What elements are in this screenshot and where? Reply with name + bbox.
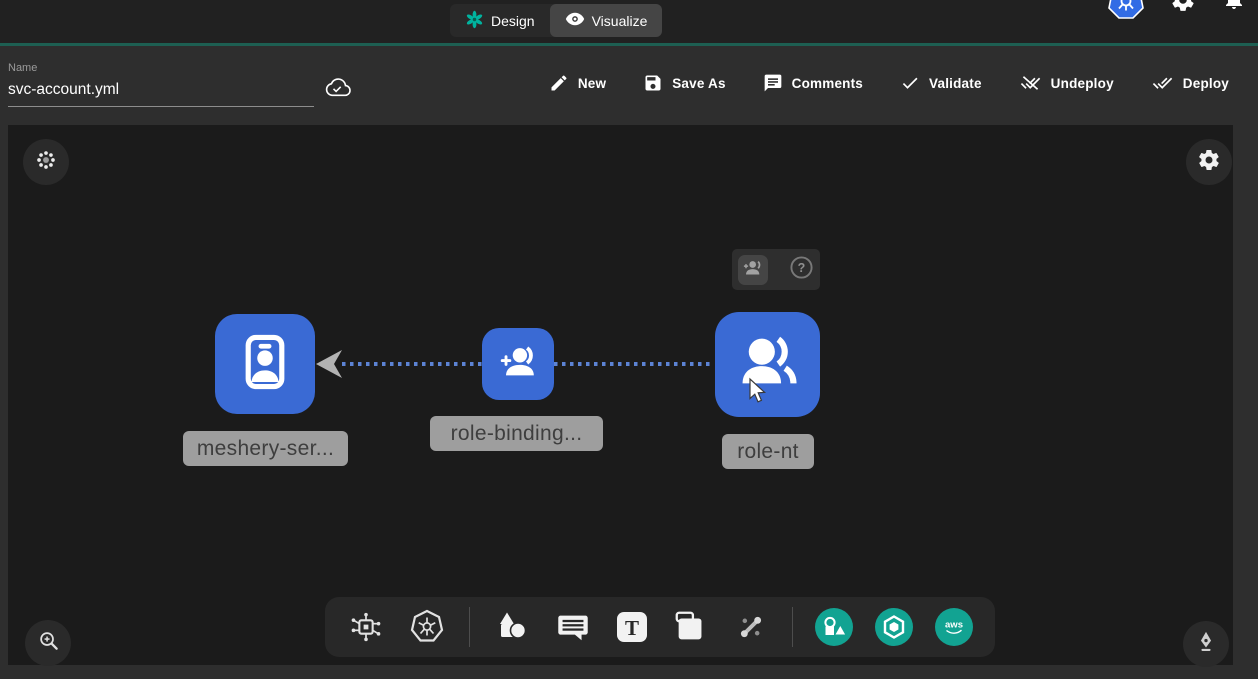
comments-button-label: Comments	[792, 76, 863, 91]
svg-text:?: ?	[797, 261, 805, 275]
node-label-service-account: meshery-ser...	[183, 431, 348, 466]
node-role-binding[interactable]	[482, 328, 554, 400]
help-button[interactable]: ?	[788, 257, 814, 283]
shapes-circle-icon[interactable]	[815, 608, 853, 646]
role-binding-icon	[495, 339, 541, 390]
save-icon	[643, 73, 663, 93]
meshery-design-app: Design Visualize	[0, 0, 1258, 679]
service-account-badge-icon	[234, 331, 296, 398]
save-as-button[interactable]: Save As	[637, 72, 731, 94]
validate-button-label: Validate	[929, 76, 982, 91]
tab-visualize[interactable]: Visualize	[550, 4, 663, 37]
tab-visualize-label: Visualize	[592, 13, 648, 29]
dock-divider	[469, 607, 470, 647]
meshery-logo-icon	[465, 10, 484, 32]
tab-design[interactable]: Design	[450, 4, 550, 37]
undeploy-button-label: Undeploy	[1051, 76, 1114, 91]
design-name-input[interactable]	[8, 76, 314, 107]
undeploy-button[interactable]: Undeploy	[1013, 72, 1120, 94]
cloud-saved-icon	[322, 76, 352, 105]
comment-tool-icon[interactable]	[554, 608, 592, 646]
zoom-in-button[interactable]	[25, 620, 71, 666]
kubernetes-context-icon[interactable]	[1108, 0, 1144, 25]
svg-text:T: T	[625, 616, 639, 640]
comment-icon	[763, 73, 783, 93]
node-label-role-binding: role-binding...	[430, 416, 603, 451]
shapes-icon[interactable]	[492, 607, 532, 647]
aws-label: aws	[945, 620, 963, 631]
node-hover-toolbar: ?	[732, 249, 820, 290]
design-canvas[interactable]: ?	[8, 125, 1233, 665]
zoom-in-icon	[37, 629, 60, 657]
settings-gear-icon[interactable]	[1170, 0, 1196, 18]
comments-button[interactable]: Comments	[757, 72, 869, 94]
new-button[interactable]: New	[543, 72, 612, 94]
name-field-label: Name	[8, 62, 314, 74]
freeze-layout-button[interactable]	[23, 139, 69, 185]
double-check-icon	[1151, 73, 1174, 93]
bond-icon[interactable]	[732, 608, 770, 646]
double-check-slash-icon	[1019, 73, 1042, 93]
pen-nib-icon	[1195, 630, 1217, 658]
node-role[interactable]	[715, 312, 820, 417]
design-toolbar: Name New Save As	[0, 46, 1258, 125]
note-icon[interactable]	[672, 608, 710, 646]
edge-lines	[8, 125, 1233, 665]
canvas-settings-button[interactable]	[1186, 139, 1232, 185]
aws-circle-icon[interactable]: aws	[935, 608, 973, 646]
group-add-button[interactable]	[738, 255, 768, 285]
eye-icon	[565, 9, 585, 32]
new-button-label: New	[578, 76, 606, 91]
hexagon-circle-icon[interactable]	[875, 608, 913, 646]
header-right-icons	[1108, 0, 1246, 43]
view-tabs: Design Visualize	[450, 4, 662, 37]
notifications-bell-icon[interactable]	[1222, 0, 1246, 17]
component-chip-icon[interactable]	[347, 608, 385, 646]
design-name-field: Name	[8, 62, 314, 107]
kubernetes-icon[interactable]	[407, 607, 447, 647]
help-icon: ?	[789, 255, 814, 285]
group-add-icon	[741, 257, 766, 282]
tab-design-label: Design	[491, 13, 535, 29]
pen-tool-button[interactable]	[1183, 621, 1229, 667]
validate-button[interactable]: Validate	[894, 72, 988, 94]
component-dock: T	[325, 597, 995, 657]
dock-divider	[792, 607, 793, 647]
save-as-button-label: Save As	[672, 76, 725, 91]
single-check-icon	[900, 73, 920, 93]
design-actions: New Save As Comments	[543, 72, 1235, 94]
deploy-button-label: Deploy	[1183, 76, 1229, 91]
role-icon	[735, 329, 801, 400]
canvas-settings-gear-icon	[1197, 148, 1221, 177]
node-label-role: role-nt	[722, 434, 814, 469]
deploy-button[interactable]: Deploy	[1145, 72, 1235, 94]
freeze-layout-icon	[35, 149, 57, 176]
text-tool-icon[interactable]: T	[614, 609, 650, 645]
node-service-account[interactable]	[215, 314, 315, 414]
top-header: Design Visualize	[0, 0, 1258, 46]
pencil-icon	[549, 73, 569, 93]
